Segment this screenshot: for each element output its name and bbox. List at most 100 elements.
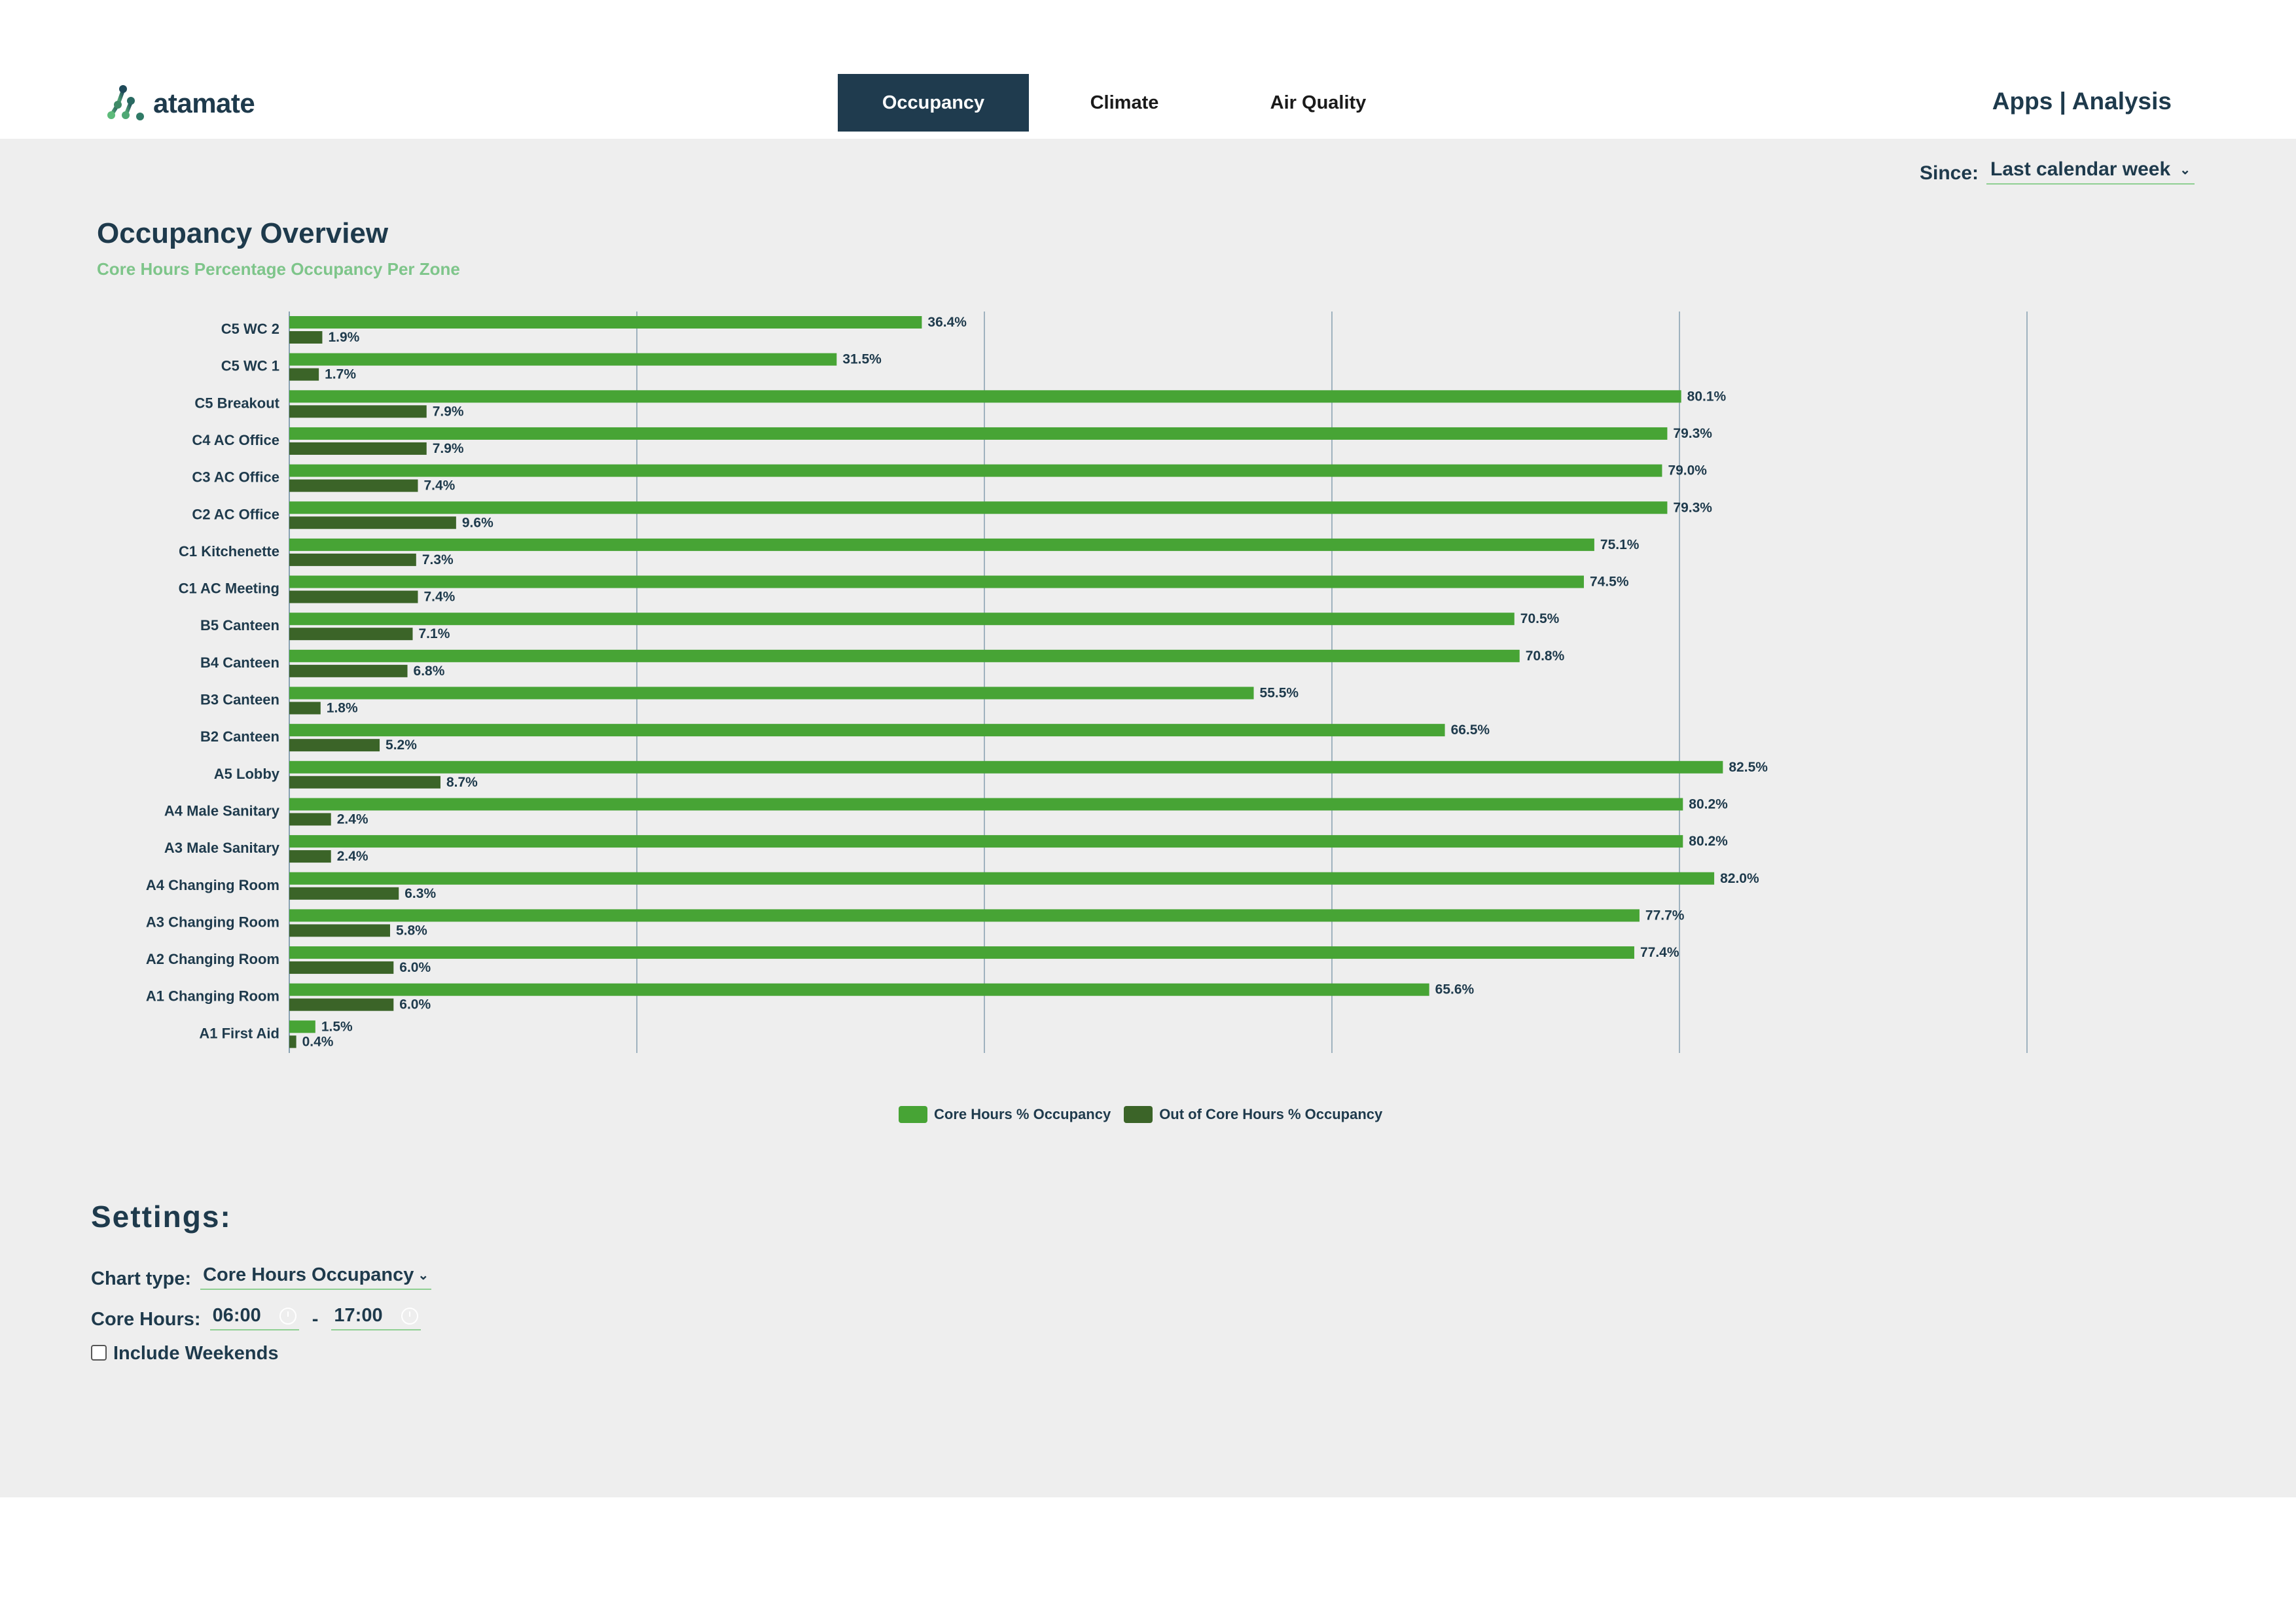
category-label: A2 Changing Room bbox=[146, 951, 279, 967]
include-weekends-label[interactable]: Include Weekends bbox=[113, 1343, 279, 1364]
apps-analysis-link[interactable]: Apps | Analysis bbox=[1992, 88, 2172, 115]
bar-core-hours[interactable] bbox=[289, 872, 1715, 885]
bar-out-of-core-hours[interactable] bbox=[289, 442, 427, 455]
data-label: 75.1% bbox=[1600, 537, 1640, 552]
data-label: 80.2% bbox=[1689, 796, 1728, 812]
bar-core-hours[interactable] bbox=[289, 649, 1520, 662]
main-content: Since: Last calendar week ⌄ Occupancy Ov… bbox=[0, 139, 2296, 1497]
core-hours-end-value: 17:00 bbox=[334, 1305, 383, 1326]
data-label: 80.1% bbox=[1687, 389, 1727, 404]
data-label: 5.8% bbox=[396, 923, 427, 938]
bar-core-hours[interactable] bbox=[289, 464, 1662, 477]
bar-core-hours[interactable] bbox=[289, 575, 1584, 588]
chevron-down-icon: ⌄ bbox=[418, 1268, 429, 1283]
include-weekends-row: Include Weekends bbox=[91, 1343, 279, 1364]
data-label: 77.4% bbox=[1640, 945, 1679, 960]
bar-out-of-core-hours[interactable] bbox=[289, 331, 323, 344]
bar-out-of-core-hours[interactable] bbox=[289, 924, 390, 937]
bar-core-hours[interactable] bbox=[289, 316, 922, 329]
data-label: 65.6% bbox=[1435, 982, 1475, 997]
data-label: 5.2% bbox=[386, 738, 417, 753]
core-hours-separator: - bbox=[312, 1309, 319, 1330]
category-label: A1 First Aid bbox=[199, 1025, 279, 1041]
data-label: 6.3% bbox=[404, 886, 436, 901]
data-label: 55.5% bbox=[1260, 686, 1299, 701]
bar-core-hours[interactable] bbox=[289, 390, 1681, 403]
bar-core-hours[interactable] bbox=[289, 613, 1515, 626]
data-label: 7.9% bbox=[433, 404, 464, 419]
data-label: 70.8% bbox=[1526, 649, 1565, 664]
data-label: 6.8% bbox=[414, 664, 445, 679]
tab-air-quality[interactable]: Air Quality bbox=[1220, 74, 1416, 132]
bar-core-hours[interactable] bbox=[289, 946, 1634, 959]
legend-swatch-out-of-core bbox=[1124, 1106, 1153, 1123]
top-header: atamate Occupancy Climate Air Quality Ap… bbox=[0, 0, 2296, 139]
category-label: B3 Canteen bbox=[200, 692, 279, 708]
bar-core-hours[interactable] bbox=[289, 798, 1683, 811]
data-label: 79.0% bbox=[1668, 463, 1707, 478]
bar-out-of-core-hours[interactable] bbox=[289, 887, 399, 900]
include-weekends-checkbox[interactable] bbox=[91, 1344, 107, 1361]
bar-out-of-core-hours[interactable] bbox=[289, 739, 380, 752]
bar-out-of-core-hours[interactable] bbox=[289, 553, 416, 566]
data-label: 1.7% bbox=[325, 367, 356, 382]
data-label: 9.6% bbox=[462, 515, 493, 530]
data-label: 6.0% bbox=[399, 997, 431, 1012]
core-hours-row: Core Hours: 06:00 - 17:00 bbox=[91, 1305, 421, 1330]
clock-icon[interactable] bbox=[401, 1307, 418, 1325]
category-label: C1 AC Meeting bbox=[179, 580, 279, 597]
bar-out-of-core-hours[interactable] bbox=[289, 405, 427, 418]
data-label: 1.8% bbox=[327, 701, 358, 716]
category-label: B2 Canteen bbox=[200, 728, 279, 745]
category-label: B5 Canteen bbox=[200, 617, 279, 633]
bar-out-of-core-hours[interactable] bbox=[289, 776, 440, 789]
legend-item-core[interactable]: Core Hours % Occupancy bbox=[899, 1106, 1111, 1123]
category-label: A5 Lobby bbox=[214, 766, 280, 782]
bar-out-of-core-hours[interactable] bbox=[289, 516, 456, 529]
data-label: 2.4% bbox=[337, 812, 368, 827]
category-label: A3 Male Sanitary bbox=[164, 840, 280, 856]
bar-out-of-core-hours[interactable] bbox=[289, 368, 319, 381]
legend-item-out-of-core[interactable]: Out of Core Hours % Occupancy bbox=[1124, 1106, 1382, 1123]
legend-label-out-of-core: Out of Core Hours % Occupancy bbox=[1159, 1106, 1383, 1122]
data-label: 70.5% bbox=[1520, 611, 1560, 626]
core-hours-end-input[interactable]: 17:00 bbox=[331, 1305, 421, 1330]
occupancy-bar-chart: C5 WC 2 36.4% 1.9% C5 WC 1 31.5% 1.7% C5 Break… bbox=[146, 312, 2028, 1053]
bar-core-hours[interactable] bbox=[289, 538, 1594, 551]
bar-core-hours[interactable] bbox=[289, 353, 837, 366]
data-label: 31.5% bbox=[842, 352, 882, 367]
bar-out-of-core-hours[interactable] bbox=[289, 813, 331, 826]
chart-type-dropdown[interactable]: Core Hours Occupancy ⌄ bbox=[200, 1264, 432, 1290]
chart-type-label: Chart type: bbox=[91, 1268, 192, 1289]
bar-out-of-core-hours[interactable] bbox=[289, 628, 413, 641]
bar-core-hours[interactable] bbox=[289, 724, 1445, 737]
category-label: A1 Changing Room bbox=[146, 988, 279, 1005]
clock-icon[interactable] bbox=[279, 1307, 296, 1325]
tab-climate[interactable]: Climate bbox=[1029, 74, 1220, 132]
bar-out-of-core-hours[interactable] bbox=[289, 961, 394, 974]
bar-core-hours[interactable] bbox=[289, 427, 1668, 440]
brand-name: atamate bbox=[153, 88, 255, 118]
data-label: 6.0% bbox=[399, 960, 431, 975]
bar-core-hours[interactable] bbox=[289, 1020, 315, 1033]
data-label: 82.0% bbox=[1720, 871, 1759, 886]
bar-core-hours[interactable] bbox=[289, 501, 1668, 514]
bar-out-of-core-hours[interactable] bbox=[289, 590, 418, 603]
core-hours-start-input[interactable]: 06:00 bbox=[209, 1305, 299, 1330]
bar-out-of-core-hours[interactable] bbox=[289, 1035, 296, 1048]
legend-label-core: Core Hours % Occupancy bbox=[934, 1106, 1111, 1122]
bar-out-of-core-hours[interactable] bbox=[289, 479, 418, 492]
data-label: 1.5% bbox=[321, 1019, 353, 1034]
data-label: 7.4% bbox=[423, 478, 455, 493]
bar-core-hours[interactable] bbox=[289, 835, 1683, 848]
bar-core-hours[interactable] bbox=[289, 983, 1429, 996]
bar-core-hours[interactable] bbox=[289, 760, 1723, 774]
bar-out-of-core-hours[interactable] bbox=[289, 998, 394, 1011]
bar-out-of-core-hours[interactable] bbox=[289, 850, 331, 863]
bar-out-of-core-hours[interactable] bbox=[289, 702, 321, 715]
bar-out-of-core-hours[interactable] bbox=[289, 664, 408, 677]
bar-core-hours[interactable] bbox=[289, 909, 1640, 922]
main-tabs: Occupancy Climate Air Quality bbox=[838, 74, 1416, 132]
tab-occupancy[interactable]: Occupancy bbox=[838, 74, 1029, 132]
bar-core-hours[interactable] bbox=[289, 687, 1254, 700]
